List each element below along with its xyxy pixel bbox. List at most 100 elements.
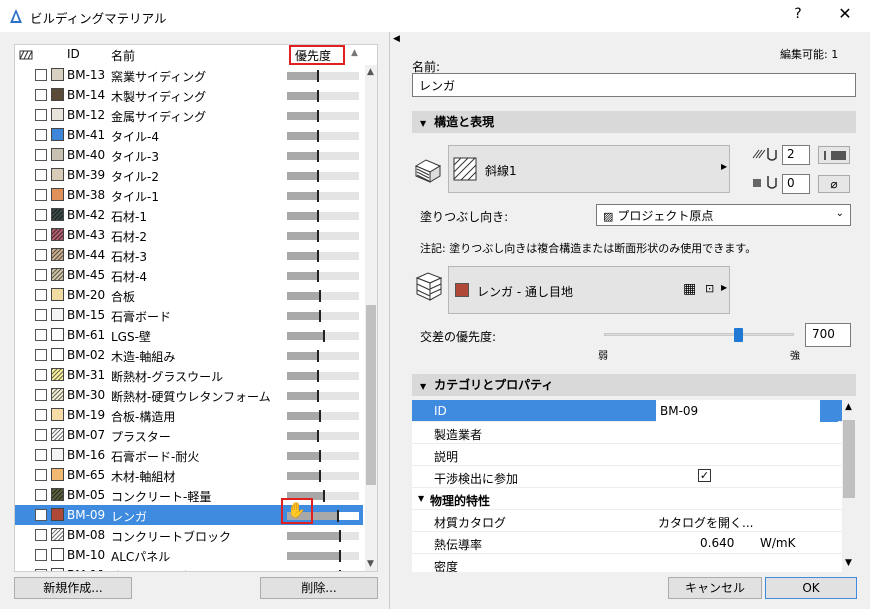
intersection-slider[interactable] bbox=[604, 328, 794, 342]
list-item[interactable]: BM-08 コンクリートブロック bbox=[15, 525, 363, 545]
priority-bar[interactable] bbox=[287, 290, 359, 302]
property-row[interactable]: 密度 bbox=[412, 554, 842, 572]
visibility-checkbox[interactable] bbox=[35, 449, 47, 461]
list-item[interactable]: BM-39 タイル-2 bbox=[15, 165, 363, 185]
visibility-checkbox[interactable] bbox=[35, 209, 47, 221]
visibility-checkbox[interactable] bbox=[35, 249, 47, 261]
visibility-checkbox[interactable] bbox=[35, 189, 47, 201]
list-item[interactable]: BM-07 プラスター bbox=[15, 425, 363, 445]
property-value[interactable]: カタログを開く... bbox=[658, 514, 753, 531]
priority-bar[interactable] bbox=[287, 90, 359, 102]
visibility-checkbox[interactable] bbox=[35, 489, 47, 501]
visibility-checkbox[interactable] bbox=[35, 469, 47, 481]
visibility-checkbox[interactable] bbox=[35, 329, 47, 341]
property-row[interactable]: 熱伝導率 0.640 W/mK bbox=[412, 532, 842, 554]
visibility-checkbox[interactable] bbox=[35, 309, 47, 321]
section-structure-header[interactable]: ▼ 構造と表現 bbox=[412, 111, 856, 133]
priority-bar[interactable] bbox=[287, 390, 359, 402]
list-item[interactable]: BM-61 LGS-壁 bbox=[15, 325, 363, 345]
visibility-checkbox[interactable] bbox=[35, 229, 47, 241]
scroll-up-icon[interactable]: ▲ bbox=[845, 402, 852, 412]
list-item[interactable]: BM-14 木製サイディング bbox=[15, 85, 363, 105]
property-row[interactable]: 干渉検出に参加 ✓ bbox=[412, 466, 842, 488]
header-priority[interactable]: 優先度 bbox=[289, 45, 345, 65]
list-item[interactable]: BM-43 石材-2 bbox=[15, 225, 363, 245]
priority-bar[interactable] bbox=[287, 530, 359, 542]
visibility-checkbox[interactable] bbox=[35, 89, 47, 101]
cancel-button[interactable]: キャンセル bbox=[668, 577, 762, 599]
delete-button[interactable]: 削除... bbox=[260, 577, 378, 599]
priority-bar[interactable] bbox=[287, 250, 359, 262]
list-item[interactable]: BM-11 成形セメント板 bbox=[15, 565, 363, 571]
name-field[interactable]: レンガ bbox=[412, 73, 856, 97]
visibility-checkbox[interactable] bbox=[35, 109, 47, 121]
list-item[interactable]: BM-02 木造-軸組み bbox=[15, 345, 363, 365]
visibility-checkbox[interactable] bbox=[35, 69, 47, 81]
visibility-checkbox[interactable] bbox=[35, 149, 47, 161]
priority-bar[interactable] bbox=[287, 130, 359, 142]
list-item[interactable]: BM-42 石材-1 bbox=[15, 205, 363, 225]
slider-thumb[interactable] bbox=[734, 328, 743, 342]
scroll-down-icon[interactable]: ▼ bbox=[367, 559, 374, 569]
list-item[interactable]: BM-15 石膏ボード bbox=[15, 305, 363, 325]
list-item[interactable]: BM-44 石材-3 bbox=[15, 245, 363, 265]
new-button[interactable]: 新規作成... bbox=[14, 577, 132, 599]
scroll-down-icon[interactable]: ▼ bbox=[845, 558, 852, 568]
property-checkbox[interactable]: ✓ bbox=[698, 469, 711, 482]
priority-bar[interactable] bbox=[287, 210, 359, 222]
visibility-checkbox[interactable] bbox=[35, 129, 47, 141]
list-item[interactable]: BM-65 木材-軸組材 bbox=[15, 465, 363, 485]
fill-orientation-dropdown[interactable]: ▨ プロジェクト原点 ⌄ bbox=[596, 204, 851, 226]
priority-bar[interactable] bbox=[287, 430, 359, 442]
list-item[interactable]: BM-38 タイル-1 bbox=[15, 185, 363, 205]
visibility-checkbox[interactable] bbox=[35, 349, 47, 361]
list-item[interactable]: BM-19 合板-構造用 bbox=[15, 405, 363, 425]
help-button[interactable]: ? bbox=[788, 6, 808, 22]
pen1-color-button[interactable] bbox=[818, 146, 850, 164]
visibility-checkbox[interactable] bbox=[35, 429, 47, 441]
list-scroll-thumb[interactable] bbox=[366, 305, 376, 485]
priority-bar[interactable] bbox=[287, 450, 359, 462]
property-row[interactable]: ID BM-09 bbox=[412, 400, 842, 422]
visibility-checkbox[interactable] bbox=[35, 169, 47, 181]
list-item[interactable]: BM-40 タイル-3 bbox=[15, 145, 363, 165]
visibility-checkbox[interactable] bbox=[35, 409, 47, 421]
header-id[interactable]: ID bbox=[67, 47, 80, 61]
section-category-header[interactable]: ▼ カテゴリとプロパティ bbox=[412, 374, 856, 396]
property-grid[interactable]: ID BM-09 製造業者 説明 干渉検出に参加 ✓ ▼ 物理的特性 材質カタログ カタログを開く… bbox=[412, 400, 842, 572]
priority-bar[interactable] bbox=[287, 230, 359, 242]
priority-bar[interactable] bbox=[287, 550, 359, 562]
priority-bar[interactable] bbox=[287, 190, 359, 202]
visibility-checkbox[interactable] bbox=[35, 549, 47, 561]
pen1-field[interactable]: 2 bbox=[782, 145, 810, 165]
visibility-checkbox[interactable] bbox=[35, 509, 47, 521]
material-list[interactable]: ID 名前 優先度 ▲ BM-13 窯業サイディング BM-14 木製サイディン… bbox=[14, 44, 378, 572]
list-item[interactable]: BM-41 タイル-4 bbox=[15, 125, 363, 145]
surface-picker[interactable]: レンガ - 通し目地 ▦ ⊡ ▶ bbox=[448, 266, 730, 314]
priority-bar[interactable] bbox=[287, 370, 359, 382]
ok-button[interactable]: OK bbox=[765, 577, 857, 599]
visibility-checkbox[interactable] bbox=[35, 289, 47, 301]
transparent-pen-button[interactable]: ⌀ bbox=[818, 175, 850, 193]
property-row[interactable]: ▼ 物理的特性 bbox=[412, 488, 842, 510]
priority-bar[interactable] bbox=[287, 310, 359, 322]
cut-fill-picker[interactable]: 斜線1 ▶ bbox=[448, 145, 730, 193]
list-item[interactable]: BM-10 ALCパネル bbox=[15, 545, 363, 565]
priority-bar[interactable] bbox=[287, 150, 359, 162]
property-id-edit-button[interactable] bbox=[820, 400, 838, 422]
priority-bar[interactable] bbox=[287, 410, 359, 422]
priority-bar[interactable] bbox=[287, 170, 359, 182]
list-item[interactable]: BM-30 断熱材-硬質ウレタンフォーム bbox=[15, 385, 363, 405]
scroll-up-icon[interactable]: ▲ bbox=[367, 67, 374, 77]
priority-bar[interactable] bbox=[287, 70, 359, 82]
intersection-value-field[interactable]: 700 bbox=[805, 323, 851, 347]
property-value[interactable]: 0.640 bbox=[700, 536, 734, 550]
close-button[interactable]: ✕ bbox=[835, 4, 855, 23]
list-item[interactable]: BM-16 石膏ボード-耐火 bbox=[15, 445, 363, 465]
property-row[interactable]: 説明 bbox=[412, 444, 842, 466]
property-row[interactable]: 材質カタログ カタログを開く... bbox=[412, 510, 842, 532]
visibility-checkbox[interactable] bbox=[35, 369, 47, 381]
list-item[interactable]: BM-31 断熱材-グラスウール bbox=[15, 365, 363, 385]
pen2-field[interactable]: 0 bbox=[782, 174, 810, 194]
visibility-checkbox[interactable] bbox=[35, 269, 47, 281]
